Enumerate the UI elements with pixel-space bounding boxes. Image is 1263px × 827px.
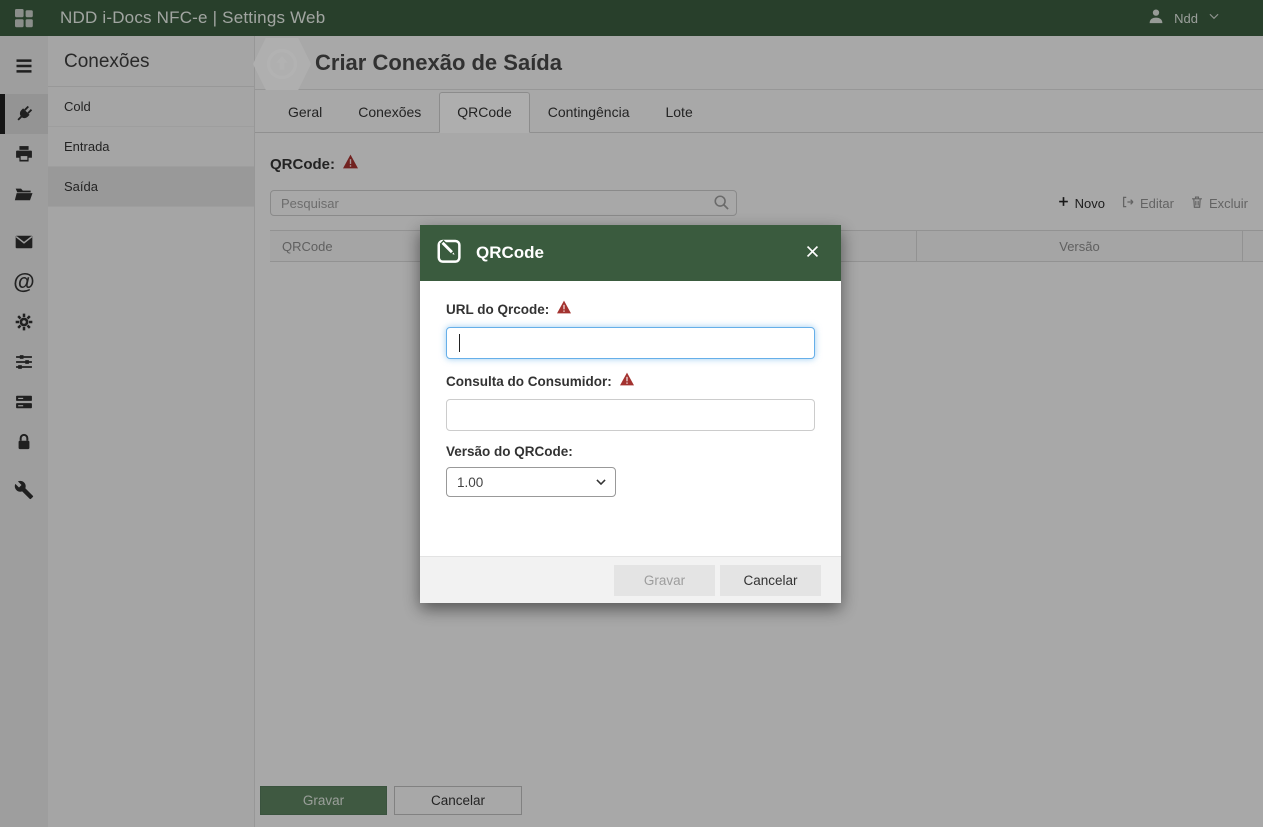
qrcode-modal: QRCode URL do Qrcode: Consulta do Consum… bbox=[420, 225, 841, 603]
modal-title: QRCode bbox=[476, 243, 544, 263]
close-icon[interactable] bbox=[802, 241, 823, 265]
versao-qrcode-select[interactable]: 1.00 bbox=[446, 467, 616, 497]
warning-icon bbox=[556, 300, 572, 319]
consulta-consumidor-input[interactable] bbox=[446, 399, 815, 431]
versao-qrcode-label: Versão do QRCode: bbox=[446, 444, 573, 459]
text-caret bbox=[459, 334, 460, 352]
url-qrcode-input[interactable] bbox=[446, 327, 815, 359]
edit-pencil-icon bbox=[435, 236, 465, 271]
modal-header: QRCode bbox=[420, 225, 841, 281]
modal-footer: Gravar Cancelar bbox=[420, 556, 841, 603]
url-qrcode-label: URL do Qrcode: bbox=[446, 302, 549, 317]
consulta-consumidor-label: Consulta do Consumidor: bbox=[446, 374, 612, 389]
warning-icon bbox=[619, 372, 635, 391]
cancelar-modal-button[interactable]: Cancelar bbox=[720, 565, 821, 596]
gravar-modal-button[interactable]: Gravar bbox=[614, 565, 715, 596]
modal-body: URL do Qrcode: Consulta do Consumidor: V… bbox=[420, 281, 841, 556]
